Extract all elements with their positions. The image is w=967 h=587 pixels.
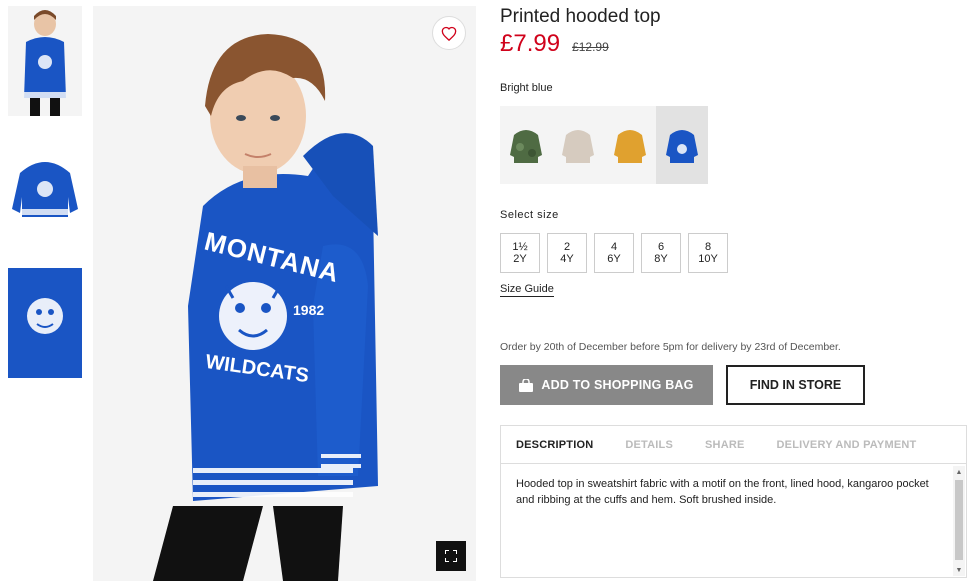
add-to-bag-label: ADD TO SHOPPING BAG: [541, 378, 694, 392]
swatch-beige[interactable]: [552, 106, 604, 184]
camo-hoodie-thumb: [510, 130, 542, 163]
select-size-label: Select size: [500, 209, 559, 221]
size-number: 8: [704, 241, 712, 253]
beige-hoodie-thumb: [562, 130, 594, 163]
size-age: 4Y: [560, 253, 574, 265]
size-option[interactable]: 8 10Y: [688, 233, 728, 273]
swatch-camo[interactable]: [500, 106, 552, 184]
product-tabs: DESCRIPTION DETAILS SHARE DELIVERY AND P…: [500, 425, 967, 578]
delivery-note: Order by 20th of December before 5pm for…: [500, 341, 841, 353]
size-age: 10Y: [698, 253, 718, 265]
size-age: 2Y: [513, 253, 527, 265]
size-option[interactable]: 6 8Y: [641, 233, 681, 273]
size-option[interactable]: 1½ 2Y: [500, 233, 540, 273]
heart-icon: [441, 26, 457, 41]
scroll-thumb[interactable]: [955, 480, 963, 560]
zoom-button[interactable]: [436, 541, 466, 571]
scroll-up-icon[interactable]: ▲: [953, 466, 965, 478]
old-price: £12.99: [572, 40, 609, 54]
description-text: Hooded top in sweatshirt fabric with a m…: [516, 478, 929, 506]
price-row: £7.99 £12.99: [500, 30, 609, 58]
selected-color-name: Bright blue: [500, 82, 553, 94]
size-option[interactable]: 4 6Y: [594, 233, 634, 273]
expand-icon: [445, 550, 457, 562]
thumbnail-list: [8, 6, 82, 399]
tiger-print: [219, 282, 287, 350]
model-illustration: [93, 6, 476, 581]
mustard-hoodie-thumb: [614, 130, 646, 163]
size-guide-link[interactable]: Size Guide: [500, 283, 554, 297]
find-in-store-button[interactable]: FIND IN STORE: [726, 365, 865, 405]
description-scrollbar[interactable]: ▲ ▼: [953, 466, 965, 576]
size-option[interactable]: 2 4Y: [547, 233, 587, 273]
size-number: 6: [657, 241, 665, 253]
color-swatches: [500, 106, 708, 184]
tab-share[interactable]: SHARE: [705, 439, 745, 451]
tab-bar: DESCRIPTION DETAILS SHARE DELIVERY AND P…: [501, 426, 966, 464]
blue-hoodie-thumb: [666, 130, 698, 163]
add-to-bag-button[interactable]: ADD TO SHOPPING BAG: [500, 365, 713, 405]
size-options: 1½ 2Y 2 4Y 4 6Y 6 8Y 8 10Y: [500, 233, 728, 273]
tab-details[interactable]: DETAILS: [625, 439, 673, 451]
swatch-bright-blue[interactable]: [656, 106, 708, 184]
thumbnail-print-closeup[interactable]: [8, 268, 82, 378]
thumbnail-model[interactable]: [8, 6, 82, 116]
print-year-text: 1982: [293, 302, 325, 318]
size-number: 2: [563, 241, 571, 253]
product-title: Printed hooded top: [500, 6, 661, 27]
size-age: 6Y: [607, 253, 621, 265]
favorite-button[interactable]: [432, 16, 466, 50]
swatch-mustard[interactable]: [604, 106, 656, 184]
tab-description[interactable]: DESCRIPTION: [516, 439, 593, 451]
scroll-down-icon[interactable]: ▼: [953, 564, 965, 576]
tab-delivery-payment[interactable]: DELIVERY AND PAYMENT: [777, 439, 917, 451]
shopping-bag-icon: [519, 378, 534, 392]
size-number: 4: [610, 241, 618, 253]
size-number: 1½: [512, 241, 528, 253]
thumbnail-flat[interactable]: [8, 137, 82, 247]
size-age: 8Y: [654, 253, 668, 265]
current-price: £7.99: [500, 30, 561, 57]
product-main-image: MONTANA 1982 WILDCATS: [93, 6, 476, 581]
